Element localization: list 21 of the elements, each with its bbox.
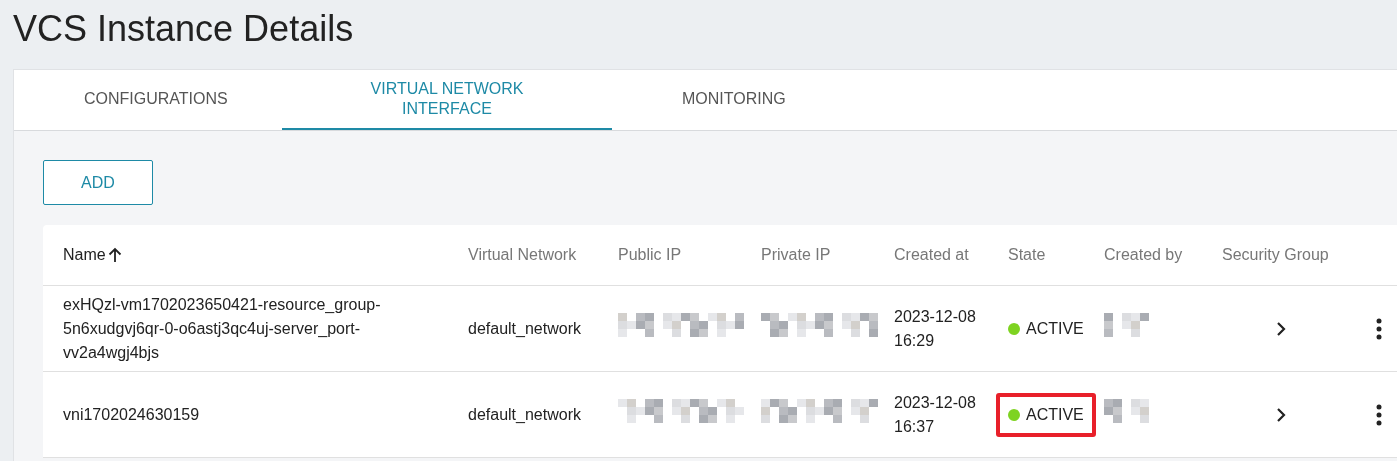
page-title: VCS Instance Details [12, 7, 355, 51]
state-text: ACTIVE [1026, 318, 1084, 339]
tab[interactable]: VIRTUAL NETWORK INTERFACE [282, 70, 612, 130]
column-header[interactable]: Security Group [1202, 243, 1340, 267]
table-cell-text: vni1702024630159 [62, 404, 201, 425]
column-header[interactable]: Created by [1084, 243, 1202, 267]
table-cell-text: default_network [467, 318, 582, 339]
column-header[interactable]: Private IP [741, 243, 874, 267]
table-cell-text: default_network [467, 404, 582, 425]
add-button[interactable]: ADD [43, 160, 153, 205]
state-text: ACTIVE [1026, 404, 1084, 425]
column-header[interactable]: Created at [874, 243, 988, 267]
tab[interactable]: MONITORING [612, 70, 834, 130]
table-cell-text: 2023-12-08 16:37 [893, 392, 977, 437]
column-header[interactable]: State [988, 243, 1084, 267]
table-cell-text: exHQzl-vm1702023650421-resource_group-5n6xudgvj6qr-0-o6astj3qc4uj-server_port-vv2a4wgj4bjs [62, 294, 382, 363]
table-cell-text: 2023-12-08 16:29 [893, 306, 977, 351]
column-header[interactable]: Public IP [598, 243, 741, 267]
tab[interactable]: CONFIGURATIONS [14, 70, 282, 130]
column-header[interactable]: Virtual Network [448, 243, 598, 267]
column-header[interactable]: Name [43, 243, 448, 267]
